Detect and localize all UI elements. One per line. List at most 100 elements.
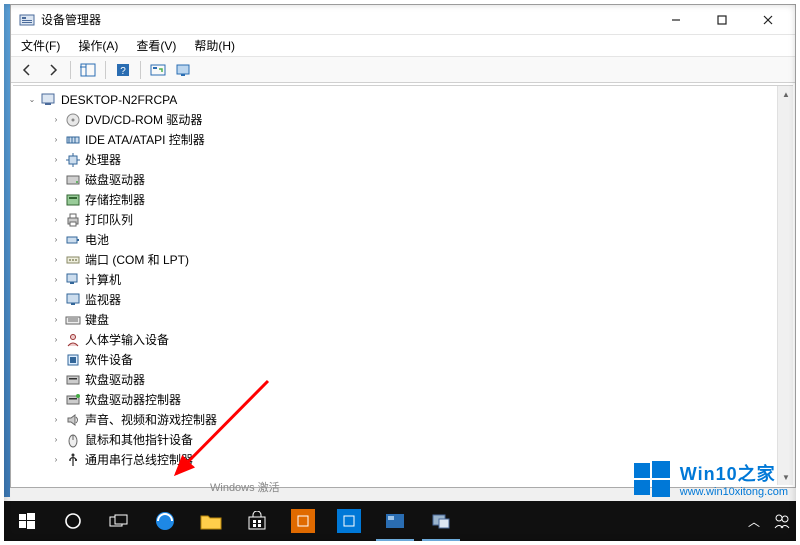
watermark: Win10之家 www.win10xitong.com (632, 459, 788, 499)
taskbar: ︿ (4, 501, 796, 541)
tree-item-label: 鼠标和其他指针设备 (85, 430, 193, 450)
tree-item[interactable]: ›软件设备 (21, 350, 777, 370)
tree-item[interactable]: ›打印队列 (21, 210, 777, 230)
maximize-button[interactable] (699, 5, 745, 35)
expand-icon[interactable]: › (49, 233, 63, 247)
disk-drive-icon (65, 172, 81, 188)
expand-icon[interactable]: › (49, 433, 63, 447)
tree-item-label: 声音、视频和游戏控制器 (85, 410, 217, 430)
menu-action[interactable]: 操作(A) (74, 37, 122, 54)
help-button[interactable]: ? (111, 59, 135, 81)
expand-icon[interactable]: › (49, 353, 63, 367)
back-button[interactable] (15, 59, 39, 81)
taskbar-app-blue[interactable] (326, 501, 372, 541)
tree-item-label: 计算机 (85, 270, 121, 290)
usb-icon (65, 452, 81, 468)
tree-item[interactable]: ›DVD/CD-ROM 驱动器 (21, 110, 777, 130)
scroll-up-button[interactable]: ▲ (778, 86, 793, 102)
tree-item-label: 通用串行总线控制器 (85, 450, 193, 470)
menu-bar: 文件(F) 操作(A) 查看(V) 帮助(H) (11, 35, 795, 57)
expand-icon[interactable]: › (49, 253, 63, 267)
tree-item-label: 端口 (COM 和 LPT) (85, 250, 189, 270)
expand-icon[interactable]: › (49, 413, 63, 427)
expand-icon[interactable]: › (49, 133, 63, 147)
scan-hardware-button[interactable] (146, 59, 170, 81)
collapse-icon[interactable]: ⌄ (25, 93, 39, 107)
tree-item-label: 人体学输入设备 (85, 330, 169, 350)
tree-item-label: 监视器 (85, 290, 121, 310)
device-manager-window: 设备管理器 文件(F) 操作(A) 查看(V) 帮助(H) ? ⌄ DESKTO… (10, 4, 796, 488)
taskbar-device-manager[interactable] (418, 501, 464, 541)
battery-icon (65, 232, 81, 248)
expand-icon[interactable]: › (49, 213, 63, 227)
tree-item[interactable]: › 人体学输入设备 (21, 330, 777, 350)
title-bar: 设备管理器 (11, 5, 795, 35)
menu-help[interactable]: 帮助(H) (190, 37, 239, 54)
tree-item-label: 处理器 (85, 150, 121, 170)
menu-file[interactable]: 文件(F) (17, 37, 64, 54)
tree-item[interactable]: › 存储控制器 (21, 190, 777, 210)
expand-icon[interactable]: › (49, 193, 63, 207)
windows-logo-icon (632, 459, 672, 499)
devices-view-button[interactable] (172, 59, 196, 81)
tree-item-label: 软盘驱动器控制器 (85, 390, 181, 410)
computer-icon (65, 272, 81, 288)
tray-people-icon[interactable] (768, 501, 796, 541)
tree-item[interactable]: › 软盘驱动器控制器 (21, 390, 777, 410)
taskbar-file-explorer[interactable] (188, 501, 234, 541)
cpu-icon (65, 152, 81, 168)
tree-item[interactable]: › 声音、视频和游戏控制器 (21, 410, 777, 430)
tree-item[interactable]: › 软盘驱动器 (21, 370, 777, 390)
tree-item[interactable]: ›IDE ATA/ATAPI 控制器 (21, 130, 777, 150)
minimize-button[interactable] (653, 5, 699, 35)
expand-icon[interactable]: › (49, 333, 63, 347)
vertical-scrollbar[interactable]: ▲ ▼ (777, 86, 793, 485)
disc-drive-icon (65, 112, 81, 128)
tree-root-label: DESKTOP-N2FRCPA (61, 90, 177, 110)
expand-icon[interactable]: › (49, 393, 63, 407)
activation-text: Windows 激活 (210, 479, 280, 495)
taskbar-running-1[interactable] (372, 501, 418, 541)
tree-item-label: 存储控制器 (85, 190, 145, 210)
taskbar-edge[interactable] (142, 501, 188, 541)
tree-item[interactable]: › 监视器 (21, 290, 777, 310)
tree-item[interactable]: › 鼠标和其他指针设备 (21, 430, 777, 450)
expand-icon[interactable]: › (49, 313, 63, 327)
floppy-controller-icon (65, 392, 81, 408)
expand-icon[interactable]: › (49, 153, 63, 167)
expand-icon[interactable]: › (49, 113, 63, 127)
tree-item-label: 键盘 (85, 310, 109, 330)
menu-view[interactable]: 查看(V) (132, 37, 180, 54)
tree-item-label: 软盘驱动器 (85, 370, 145, 390)
expand-icon[interactable]: › (49, 293, 63, 307)
task-view-button[interactable] (96, 501, 142, 541)
tree-item[interactable]: › 处理器 (21, 150, 777, 170)
tree-item[interactable]: › 磁盘驱动器 (21, 170, 777, 190)
tree-item[interactable]: › 计算机 (21, 270, 777, 290)
tree-root[interactable]: ⌄ DESKTOP-N2FRCPA (21, 90, 777, 110)
expand-icon[interactable]: › (49, 173, 63, 187)
printer-icon (65, 212, 81, 228)
tree-item[interactable]: ›电池 (21, 230, 777, 250)
forward-button[interactable] (41, 59, 65, 81)
ide-controller-icon (65, 132, 81, 148)
tree-item-label: 磁盘驱动器 (85, 170, 145, 190)
port-icon (65, 252, 81, 268)
tray-chevron-up-icon[interactable]: ︿ (740, 501, 768, 541)
show-hide-tree-button[interactable] (76, 59, 100, 81)
expand-icon[interactable]: › (49, 273, 63, 287)
taskbar-app-orange[interactable] (280, 501, 326, 541)
device-tree[interactable]: ⌄ DESKTOP-N2FRCPA ›DVD/CD-ROM 驱动器›IDE AT… (13, 86, 777, 485)
system-tray: ︿ (740, 501, 796, 541)
tree-item[interactable]: › 端口 (COM 和 LPT) (21, 250, 777, 270)
cortana-button[interactable] (50, 501, 96, 541)
window-title: 设备管理器 (41, 11, 653, 28)
watermark-url: www.win10xitong.com (680, 486, 788, 498)
tree-item[interactable]: › 键盘 (21, 310, 777, 330)
expand-icon[interactable]: › (49, 453, 63, 467)
expand-icon[interactable]: › (49, 373, 63, 387)
hid-icon (65, 332, 81, 348)
taskbar-store[interactable] (234, 501, 280, 541)
start-button[interactable] (4, 501, 50, 541)
close-button[interactable] (745, 5, 791, 35)
